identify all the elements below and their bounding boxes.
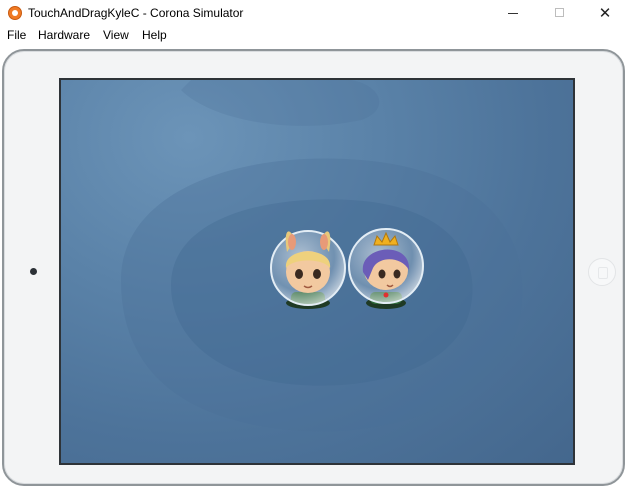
window-title: TouchAndDragKyleC - Corona Simulator — [28, 6, 244, 20]
ipad-device-frame — [2, 49, 625, 486]
front-camera — [30, 268, 37, 275]
maximize-icon — [554, 8, 564, 17]
home-button[interactable] — [588, 258, 616, 286]
minimize-button[interactable] — [490, 0, 536, 26]
simulator-area — [0, 45, 628, 488]
menu-hardware[interactable]: Hardware — [38, 28, 90, 42]
close-icon: ✕ — [598, 5, 612, 22]
close-button[interactable]: ✕ — [582, 0, 628, 26]
device-screen[interactable] — [59, 78, 575, 465]
maximize-button[interactable] — [536, 0, 582, 26]
menu-file[interactable]: File — [7, 28, 26, 42]
minimize-icon — [508, 13, 518, 14]
menu-bar: File Hardware View Help — [0, 26, 628, 46]
window-title-bar[interactable]: TouchAndDragKyleC - Corona Simulator ✕ — [0, 0, 628, 26]
corona-app-icon[interactable] — [8, 6, 22, 20]
menu-view[interactable]: View — [103, 28, 129, 42]
menu-help[interactable]: Help — [142, 28, 167, 42]
screen-background-art — [121, 80, 523, 432]
